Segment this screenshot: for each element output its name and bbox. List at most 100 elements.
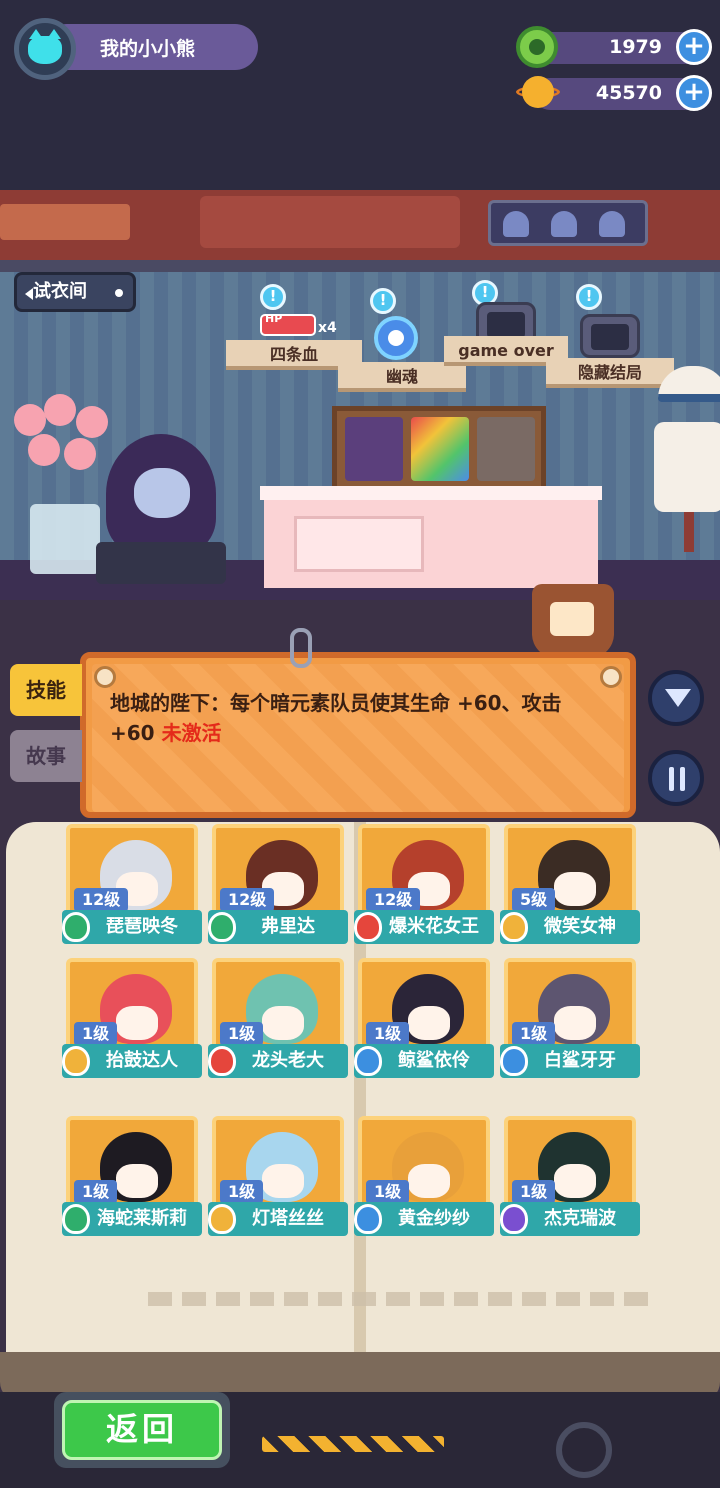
pin-icon	[94, 666, 116, 688]
fitting-room-label: 试衣间	[33, 281, 87, 302]
tab-skill[interactable]: 技能	[10, 664, 82, 716]
character-face	[554, 872, 596, 906]
player-character[interactable]	[96, 424, 236, 584]
photo-frame[interactable]	[332, 406, 546, 492]
vent-decor	[0, 204, 130, 240]
green-coin-icon	[516, 26, 558, 68]
fitting-room-button[interactable]: 试衣间	[14, 272, 136, 312]
level-label: 1级	[74, 1022, 118, 1046]
element-badge-icon	[208, 912, 236, 942]
avatar[interactable]	[14, 18, 76, 80]
gear-decor	[556, 1422, 612, 1478]
alert-icon: !	[576, 284, 602, 310]
skill-description: 地城的陛下：每个暗元素队员使其生命 +60、攻击 +60 未激活	[110, 688, 610, 748]
profile-panel[interactable]: 我的小小熊	[14, 18, 260, 80]
alert-icon: !	[370, 288, 396, 314]
back-button-label: 返回	[62, 1400, 222, 1460]
ghost-display	[488, 200, 648, 246]
hazard-stripe	[262, 1436, 444, 1452]
character-card[interactable]: 1级 黄金纱纱	[354, 1116, 494, 1242]
blurred-text	[148, 1292, 648, 1306]
level-label: 1级	[220, 1180, 264, 1204]
element-badge-icon	[62, 1046, 90, 1076]
character-card[interactable]: 1级 灯塔丝丝	[208, 1116, 348, 1242]
pin-icon	[600, 666, 622, 688]
dot-icon	[115, 289, 123, 297]
sailor-mannequin[interactable]	[648, 366, 720, 566]
character-face	[262, 1006, 304, 1040]
chair	[96, 542, 226, 584]
character-card[interactable]: 1级 抬鼓达人	[62, 958, 202, 1084]
machine-panel	[200, 196, 460, 248]
photo-3	[477, 417, 535, 481]
character-face	[116, 1164, 158, 1198]
level-label: 1级	[220, 1022, 264, 1046]
skull-icon	[374, 316, 418, 360]
character-face	[408, 1164, 450, 1198]
currency-amount: 1979	[609, 36, 662, 58]
sort-button[interactable]	[648, 750, 704, 806]
planet-coin-icon	[516, 72, 560, 114]
tab-story[interactable]: 故事	[10, 730, 82, 782]
profile-name: 我的小小熊	[100, 38, 196, 60]
level-label: 1级	[512, 1022, 556, 1046]
currency-gold: 45570 +	[516, 74, 712, 112]
character-grid: 12级 琵琶映冬 12级 弗里达 12级 爆米花女王 5级 微笑女神 1级 抬鼓达人 1级 龙头老大 1…	[62, 824, 650, 1256]
screen-tv-icon	[580, 314, 640, 358]
character-face	[554, 1006, 596, 1040]
bone-drawer	[294, 516, 424, 572]
hp-battery-icon: HP	[260, 312, 316, 336]
filter-button[interactable]	[648, 670, 704, 726]
multiplier-label: x4	[318, 320, 337, 336]
room-scene: 试衣间 ! HP x4 四条血 ! 幽魂 ! game over ! 隐藏结局	[0, 190, 720, 640]
character-face	[408, 1006, 450, 1040]
ghost-icon	[551, 211, 577, 237]
character-card[interactable]: 1级 鲸鲨依伶	[354, 958, 494, 1084]
back-button[interactable]: 返回	[54, 1392, 230, 1468]
character-card[interactable]: 12级 弗里达	[208, 824, 348, 950]
element-badge-icon	[500, 912, 528, 942]
ledge	[0, 260, 720, 272]
character-card[interactable]: 5级 微笑女神	[500, 824, 640, 950]
level-label: 1级	[366, 1022, 410, 1046]
element-badge-icon	[500, 1046, 528, 1076]
element-badge-icon	[208, 1046, 236, 1076]
character-card[interactable]: 12级 爆米花女王	[354, 824, 494, 950]
character-card[interactable]: 1级 杰克瑞波	[500, 1116, 640, 1242]
photo-1	[345, 417, 403, 481]
element-badge-icon	[62, 1204, 90, 1234]
character-card[interactable]: 1级 龙头老大	[208, 958, 348, 1084]
add-currency-button[interactable]: +	[676, 29, 712, 65]
element-badge-icon	[354, 1204, 382, 1234]
level-label: 12级	[74, 888, 129, 912]
element-badge-icon	[500, 1204, 528, 1234]
level-label: 1级	[512, 1180, 556, 1204]
currency-amount: 45570	[595, 82, 662, 104]
gallery-icon[interactable]	[532, 584, 614, 658]
level-label: 12级	[366, 888, 421, 912]
top-bar: 我的小小熊 1979 + 45570 +	[0, 0, 720, 190]
pink-table	[260, 486, 602, 588]
level-label: 1级	[366, 1180, 410, 1204]
ghost-icon	[503, 211, 529, 237]
character-face	[116, 1006, 158, 1040]
level-label: 1级	[74, 1180, 118, 1204]
character-face	[262, 1164, 304, 1198]
level-label: 12级	[220, 888, 275, 912]
paperclip-icon	[290, 628, 312, 668]
element-badge-icon	[354, 1046, 382, 1076]
skill-status: 未激活	[161, 721, 222, 745]
ghost-icon	[599, 211, 625, 237]
level-label: 5级	[512, 888, 556, 912]
character-card[interactable]: 1级 白鲨牙牙	[500, 958, 640, 1084]
character-card[interactable]: 12级 琵琶映冬	[62, 824, 202, 950]
element-badge-icon	[62, 912, 90, 942]
currency-green: 1979 +	[516, 26, 712, 68]
add-currency-button[interactable]: +	[676, 75, 712, 111]
alert-icon: !	[260, 284, 286, 310]
top-shelf	[0, 190, 720, 260]
character-card[interactable]: 1级 海蛇莱斯莉	[62, 1116, 202, 1242]
arrow-left-icon	[25, 288, 33, 300]
photo-2	[411, 417, 469, 481]
character-face	[554, 1164, 596, 1198]
